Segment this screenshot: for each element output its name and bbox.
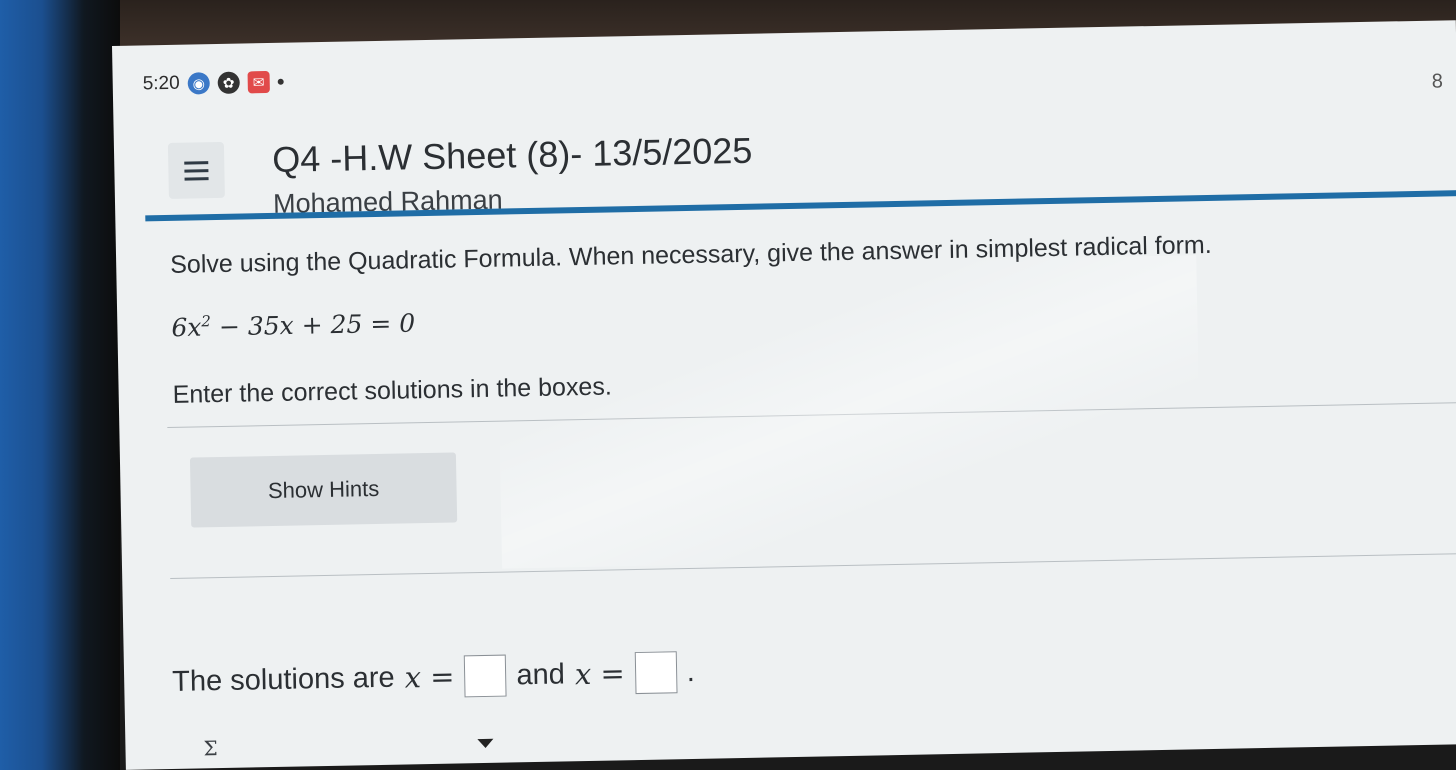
caret-down-icon[interactable] — [477, 738, 494, 748]
answer-joiner: and — [516, 657, 566, 691]
app-notification-icon: ✿ — [217, 71, 240, 94]
answer-line: The solutions are x = and x = . — [172, 651, 695, 703]
math-toolbar: Σ — [173, 723, 494, 769]
tablet-screen: 5:20 ◉ ✿ ✉ 8 Q4 -H.W Sheet (8)- 13/5/202… — [112, 20, 1456, 770]
equation-lhs: 6x — [171, 312, 202, 343]
answer-prefix: The solutions are — [171, 661, 395, 698]
instruction-text: Enter the correct solutions in the boxes… — [172, 372, 613, 409]
notification-icon: ◉ — [187, 72, 210, 95]
answer-box-2[interactable] — [634, 651, 678, 695]
menu-button[interactable] — [167, 141, 225, 199]
equation-rest: − 35x + 25 = 0 — [210, 308, 416, 342]
question-prompt: Solve using the Quadratic Formula. When … — [169, 230, 1212, 279]
status-bar: 5:20 ◉ ✿ ✉ — [142, 67, 284, 100]
message-notification-icon: ✉ — [247, 70, 270, 94]
equation: 6x2 − 35x + 25 = 0 — [171, 308, 416, 343]
equation-exponent: 2 — [201, 312, 212, 331]
assignment-header: Q4 -H.W Sheet (8)- 13/5/2025 Mohamed Rah… — [113, 90, 1456, 219]
more-notifications-dot — [277, 78, 284, 85]
answer-var-2: x = — [574, 656, 626, 692]
status-time: 5:20 — [142, 72, 180, 95]
answer-suffix: . — [686, 655, 696, 688]
answer-var-1: x = — [404, 659, 455, 695]
assignment-title: Q4 -H.W Sheet (8)- 13/5/2025 — [271, 129, 753, 180]
hamburger-menu-icon — [184, 160, 209, 181]
answer-box-1[interactable] — [464, 654, 507, 698]
device-bezel-left — [0, 0, 120, 770]
sigma-button[interactable]: Σ — [203, 736, 218, 760]
show-hints-button[interactable]: Show Hints — [189, 452, 458, 528]
hints-panel: Show Hints — [167, 402, 1456, 579]
